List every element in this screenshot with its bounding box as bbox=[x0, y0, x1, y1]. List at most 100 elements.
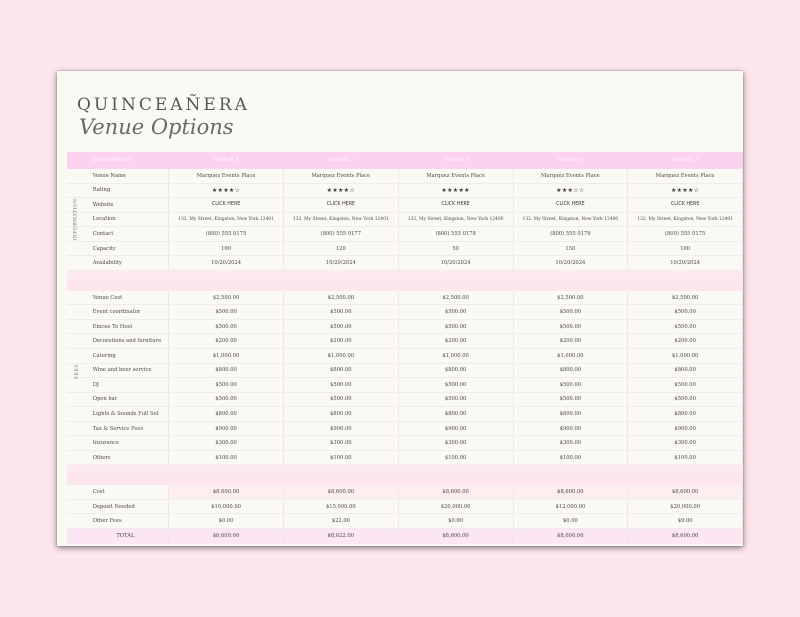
header-venue-2: VENUE 2 bbox=[328, 158, 355, 163]
table-row: Venue Cost $2,500.00 $2,500.00 $2,500.00 $2,… bbox=[67, 290, 743, 306]
summary-value: $20,000.00 bbox=[628, 499, 743, 514]
rating-stars: ★★★★☆ bbox=[169, 183, 284, 198]
row-value: 50 bbox=[399, 241, 514, 256]
row-value: $800.00 bbox=[284, 407, 399, 421]
row-side bbox=[67, 378, 83, 392]
row-value: 10/20/2024 bbox=[169, 256, 284, 270]
table-row: Venue Name Marquez Events Place Marquez Ev… bbox=[67, 169, 743, 184]
row-value: 120 bbox=[284, 241, 399, 256]
row-value: $500.00 bbox=[284, 378, 399, 392]
row-value: $800.00 bbox=[628, 363, 743, 378]
section-spacer bbox=[67, 465, 743, 473]
summary-label: Deposit Needed bbox=[83, 499, 170, 514]
summary-row: Cost $8,600.00 $8,600.00 $8,600.00 $8,600.00… bbox=[67, 485, 743, 500]
summary-value: $8,600.00 bbox=[398, 485, 514, 499]
total-value: $8,600.00 bbox=[399, 529, 514, 544]
rating-stars: ★★★★☆ bbox=[284, 183, 399, 198]
row-value: $500.00 bbox=[399, 378, 514, 392]
row-side bbox=[67, 529, 83, 544]
row-value: 10/20/2024 bbox=[399, 256, 514, 270]
row-side bbox=[67, 334, 83, 348]
row-value: $2,500.00 bbox=[514, 290, 629, 305]
row-value: $900.00 bbox=[169, 421, 284, 436]
header-venue-1: VENUE 1 bbox=[213, 158, 240, 163]
row-side bbox=[67, 422, 83, 436]
row-value: $500.00 bbox=[399, 319, 514, 334]
table-row: Insurance $300.00 $300.00 $300.00 $300.00 $30… bbox=[67, 436, 743, 451]
row-value: $2,500.00 bbox=[169, 290, 284, 305]
summary-value: $0.00 bbox=[514, 514, 629, 529]
table-row: Wine and beer service $800.00 $800.00 $800.… bbox=[67, 363, 743, 379]
row-side bbox=[67, 242, 83, 256]
row-value: $500.00 bbox=[284, 305, 399, 319]
summary-value: $0.00 bbox=[169, 514, 284, 529]
table-row: Others $100.00 $100.00 $100.00 $100.00 $100.0… bbox=[67, 450, 743, 466]
row-value: $100.00 bbox=[514, 450, 629, 465]
row-value: $800.00 bbox=[399, 407, 514, 421]
row-value: $1,000.00 bbox=[628, 349, 743, 363]
row-value: $200.00 bbox=[169, 334, 284, 349]
row-label: Emcee To Host bbox=[83, 319, 170, 334]
table-row: DJ $500.00 $500.00 $500.00 $500.00 $500.00 bbox=[67, 378, 743, 393]
table-row: Tax & Service Fees $900.00 $900.00 $900.00 $… bbox=[67, 421, 743, 437]
row-value: $200.00 bbox=[628, 334, 743, 349]
row-value: $500.00 bbox=[628, 378, 743, 392]
website-link[interactable]: CLICK HERE bbox=[284, 198, 399, 212]
row-value: $2,500.00 bbox=[284, 290, 399, 305]
website-link[interactable]: CLICK HERE bbox=[628, 198, 743, 212]
row-label: Catering bbox=[83, 349, 170, 363]
row-label: Rating bbox=[83, 183, 170, 198]
row-value: $900.00 bbox=[514, 421, 629, 436]
row-value: $100.00 bbox=[399, 450, 514, 465]
row-label: Insurance bbox=[83, 436, 170, 450]
venue-comparison-table: DESCRIPTION VENUE 1 VENUE 2 VENUE 3 VENUE 4 V… bbox=[67, 152, 743, 544]
section-spacer bbox=[67, 277, 743, 291]
section-spacer bbox=[67, 270, 743, 278]
title-sub: Venue Options bbox=[79, 115, 234, 139]
row-value: $500.00 bbox=[169, 305, 284, 319]
row-value: $1,000.00 bbox=[514, 349, 629, 363]
row-side bbox=[67, 436, 83, 450]
row-value: $500.00 bbox=[628, 319, 743, 334]
website-link[interactable]: CLICK HERE bbox=[514, 198, 629, 212]
row-value: $1,000.00 bbox=[399, 349, 514, 363]
row-side bbox=[67, 393, 83, 407]
row-label: DJ bbox=[83, 378, 170, 392]
row-label: Website bbox=[83, 198, 170, 212]
summary-row: Other Fees $0.00 $22.00 $0.00 $0.00 $9.00 bbox=[67, 514, 743, 530]
table-row: Contact (800) 555 0175 (800) 555 0177 (800)… bbox=[67, 227, 743, 242]
row-value: 100 bbox=[628, 241, 743, 256]
summary-value: $8,600.00 bbox=[628, 485, 743, 499]
row-label: Location bbox=[83, 212, 170, 227]
table-header-row: DESCRIPTION VENUE 1 VENUE 2 VENUE 3 VENUE 4 V… bbox=[67, 152, 743, 169]
summary-value: $0.00 bbox=[399, 514, 514, 529]
row-value: $800.00 bbox=[514, 407, 629, 421]
table-row: Emcee To Host $500.00 $500.00 $500.00 $500.0… bbox=[67, 319, 743, 335]
location-value: 132, My Street, Kingston, New York 12400 bbox=[399, 212, 514, 227]
header-venue-5: VENUE 5 bbox=[672, 158, 699, 163]
row-value: Marquez Events Place bbox=[514, 169, 629, 183]
row-label: Open bar bbox=[83, 392, 170, 407]
row-label: Contact bbox=[83, 227, 170, 241]
row-side bbox=[67, 184, 83, 198]
row-side bbox=[67, 451, 83, 465]
row-value: 10/20/2024 bbox=[284, 256, 399, 270]
table-row: Lights & Sounds Full Set $800.00 $800.00 $8… bbox=[67, 407, 743, 422]
row-value: $100.00 bbox=[284, 450, 399, 465]
row-value: $500.00 bbox=[399, 305, 514, 319]
table-row: Website CLICK HERE CLICK HERE CLICK HERE CLI… bbox=[67, 198, 743, 213]
row-value: $800.00 bbox=[169, 407, 284, 421]
row-value: 10/20/2024 bbox=[628, 256, 743, 270]
table-row: Availability 10/20/2024 10/20/2024 10/20/20… bbox=[67, 256, 743, 271]
row-label: Venue Cost bbox=[83, 290, 170, 305]
row-value: $500.00 bbox=[514, 319, 629, 334]
summary-label: Other Fees bbox=[83, 514, 170, 529]
website-link[interactable]: CLICK HERE bbox=[169, 198, 284, 212]
row-value: $200.00 bbox=[284, 334, 399, 349]
row-side bbox=[67, 320, 83, 334]
website-link[interactable]: CLICK HERE bbox=[399, 198, 514, 212]
row-side bbox=[67, 349, 83, 363]
row-value: $500.00 bbox=[628, 305, 743, 319]
summary-value: $8,600.00 bbox=[513, 485, 629, 499]
fees-section-label: FEES bbox=[75, 363, 81, 380]
